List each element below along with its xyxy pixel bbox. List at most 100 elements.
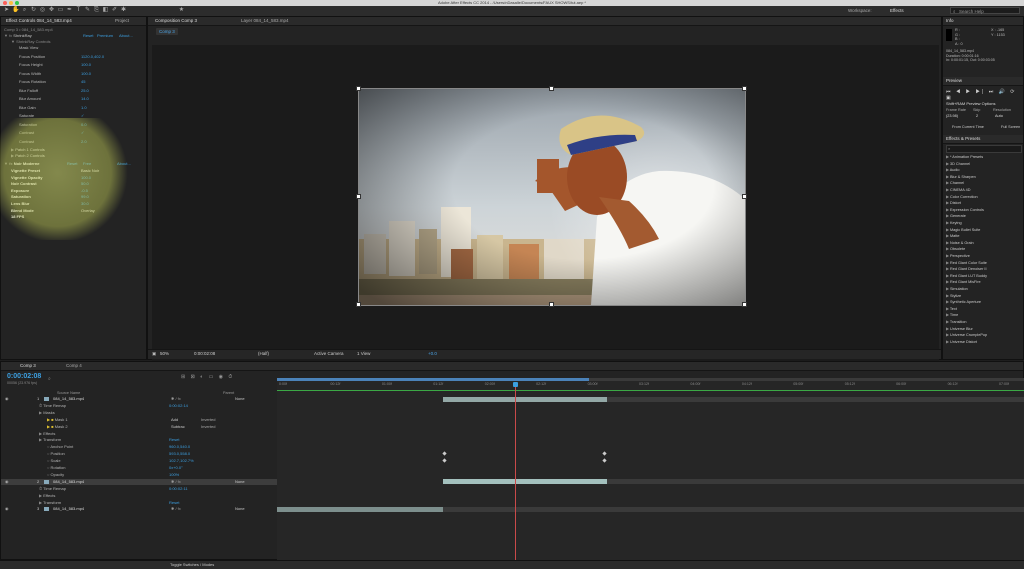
keyframe-marker[interactable] bbox=[442, 451, 447, 456]
timeline-property-row[interactable]: ○ Position 593.0,558.0 bbox=[1, 451, 277, 457]
zoom-tool-icon[interactable]: ⌕ bbox=[21, 7, 28, 14]
resolution-select[interactable]: (Half) bbox=[258, 351, 269, 356]
shrinkray-param-value[interactable]: ✓ bbox=[81, 113, 84, 119]
close-window-icon[interactable] bbox=[3, 1, 7, 5]
property-value[interactable]: 0:00:02:11 bbox=[169, 486, 188, 492]
effects-category[interactable]: ▶ Color Correction bbox=[946, 194, 978, 199]
timeline-layer-row[interactable]: ◉ 3 None ✱ / fx 084_14_583.mp4 bbox=[1, 506, 277, 512]
timeline-property-row[interactable]: ○ Opacity 100% bbox=[1, 472, 277, 478]
effects-category[interactable]: ▶ CINEMA 4D bbox=[946, 187, 970, 192]
layer-switches-icons[interactable]: ✱ / fx bbox=[171, 479, 181, 485]
effects-category[interactable]: ▶ Red Giant LUT Buddy bbox=[946, 273, 987, 278]
layer-switches-icons[interactable]: ✱ / fx bbox=[171, 506, 181, 512]
timeline-property-row[interactable]: ⏱ Time Remap 0:00:02:11 bbox=[1, 486, 277, 492]
mask-mode-select[interactable]: Subtrac bbox=[171, 424, 185, 430]
noir-param-value[interactable]: 50.0 bbox=[81, 181, 89, 187]
effects-category[interactable]: ▶ Simulation bbox=[946, 286, 968, 291]
selection-tool-icon[interactable]: ➤ bbox=[3, 7, 10, 14]
camera-tool-icon[interactable]: ◎ bbox=[39, 7, 46, 14]
transform-handle[interactable] bbox=[742, 302, 747, 307]
roto-brush-tool-icon[interactable]: ✐ bbox=[111, 7, 118, 14]
layer-duration-bar[interactable] bbox=[443, 396, 607, 402]
effects-category[interactable]: ▶ Generate bbox=[946, 213, 966, 218]
effects-category[interactable]: ▶ Blur & Sharpen bbox=[946, 174, 976, 179]
effects-category[interactable]: ▶ * Animation Presets bbox=[946, 154, 983, 159]
shrinkray-reset-link[interactable]: Reset bbox=[83, 33, 93, 39]
mask-mode-select[interactable]: Add bbox=[171, 417, 178, 423]
view-layout-select[interactable]: 1 View bbox=[357, 351, 370, 356]
shrinkray-param-value[interactable]: 1120.0,402.0 bbox=[81, 54, 104, 60]
visibility-eye-icon[interactable]: ◉ bbox=[5, 479, 9, 485]
keyframe-marker[interactable] bbox=[602, 451, 607, 456]
shrinkray-param-value[interactable]: 100.0 bbox=[81, 71, 91, 77]
zoom-select[interactable]: 50% bbox=[160, 351, 169, 356]
footage-frame[interactable] bbox=[358, 88, 746, 306]
transform-handle[interactable] bbox=[742, 86, 747, 91]
tab-comp4[interactable]: Comp 4 bbox=[63, 362, 85, 370]
brush-tool-icon[interactable]: ✎ bbox=[84, 7, 91, 14]
shrinkray-param-value[interactable]: 2.0 bbox=[81, 139, 87, 145]
timeline-property-row[interactable]: ▶ ■ Mask 1 Add Inverted bbox=[1, 417, 277, 423]
parent-select[interactable]: None bbox=[235, 479, 245, 485]
shrinkray-param-value[interactable]: 25.0 bbox=[81, 88, 89, 94]
exposure-value[interactable]: +0.0 bbox=[428, 351, 437, 356]
tab-composition-comp3[interactable]: Composition Comp 3 bbox=[152, 17, 200, 25]
rectangle-tool-icon[interactable]: ▭ bbox=[57, 7, 64, 14]
timeline-property-row[interactable]: ○ Scale 102.7,102.7% bbox=[1, 458, 277, 464]
effects-category[interactable]: ▶ Universe CrumplePop bbox=[946, 332, 987, 337]
layer-switches-icons[interactable]: ✱ / fx bbox=[171, 396, 181, 402]
timeline-layer-row[interactable]: ◉ 1 None ✱ / fx 084_14_583.mp4 bbox=[1, 396, 277, 402]
property-value[interactable]: Reset bbox=[169, 437, 179, 443]
visibility-eye-icon[interactable]: ◉ bbox=[5, 506, 9, 512]
transform-handle[interactable] bbox=[356, 302, 361, 307]
pen-tool-icon[interactable]: ✒ bbox=[66, 7, 73, 14]
effects-category[interactable]: ▶ Distort bbox=[946, 200, 961, 205]
puppet-tool-icon[interactable]: ✱ bbox=[120, 7, 127, 14]
noir-param-value[interactable]: 99.0 bbox=[81, 194, 89, 200]
effects-category[interactable]: ▶ Magic Bullet Suite bbox=[946, 227, 980, 232]
transform-handle[interactable] bbox=[742, 194, 747, 199]
timeline-switches-icons[interactable]: ⊞ ⊠ ◐ ▭ ◉ ⏱ bbox=[181, 374, 234, 380]
keyframe-marker[interactable] bbox=[442, 458, 447, 463]
effects-category[interactable]: ▶ Keying bbox=[946, 220, 962, 225]
property-value[interactable]: Inverted bbox=[201, 417, 215, 423]
info-panel-header[interactable]: Info bbox=[943, 17, 1023, 26]
timeline-property-row[interactable]: ○ Rotation 0x+0.0° bbox=[1, 465, 277, 471]
parent-select[interactable]: None bbox=[235, 396, 245, 402]
minimize-window-icon[interactable] bbox=[9, 1, 13, 5]
layer-duration-bar[interactable] bbox=[277, 506, 443, 512]
full-screen-button[interactable]: Full Screen bbox=[1001, 125, 1020, 129]
time-ruler[interactable]: 0:00f 00:12f 01:00f 01:12f 02:00f 02:12f 03:00… bbox=[277, 381, 1024, 389]
visibility-eye-icon[interactable]: ◉ bbox=[5, 396, 9, 402]
effects-presets-header[interactable]: Effects & Presets bbox=[943, 135, 1023, 144]
effects-category[interactable]: ▶ 3D Channel bbox=[946, 161, 970, 166]
magnification-icon[interactable]: ▣ bbox=[152, 351, 156, 357]
shrinkray-premium-link[interactable]: Premium bbox=[97, 33, 113, 39]
shrinkray-about-link[interactable]: About... bbox=[119, 33, 133, 39]
keyframe-marker[interactable] bbox=[602, 458, 607, 463]
effects-category[interactable]: ▶ Red Giant Color Suite bbox=[946, 260, 987, 265]
transform-handle[interactable] bbox=[356, 194, 361, 199]
noir-param-value[interactable]: 30.0 bbox=[81, 201, 89, 207]
effects-category[interactable]: ▶ Red Giant MisFire bbox=[946, 279, 981, 284]
preview-panel-header[interactable]: Preview bbox=[943, 77, 1023, 86]
zoom-window-icon[interactable] bbox=[15, 1, 19, 5]
noir-reset-link[interactable]: Reset bbox=[67, 161, 77, 167]
timeline-property-row[interactable]: ○ Anchor Point 960.0,540.0 bbox=[1, 444, 277, 450]
effects-category[interactable]: ▶ Perspective bbox=[946, 253, 970, 258]
comp-subtab[interactable]: Comp 3 bbox=[156, 28, 178, 35]
tab-effect-controls[interactable]: Effect Controls 084_14_583.mp4 bbox=[3, 17, 75, 25]
tab-layer-footage[interactable]: Layer 084_14_583.mp4 bbox=[238, 17, 292, 25]
hand-tool-icon[interactable]: ✋ bbox=[12, 7, 19, 14]
transform-handle[interactable] bbox=[549, 302, 554, 307]
tab-comp3[interactable]: Comp 3 bbox=[17, 362, 39, 370]
layer-color-swatch[interactable] bbox=[44, 479, 49, 484]
workspace-select[interactable]: Effects bbox=[890, 8, 904, 13]
search-help-input[interactable]: ⌕ Search Help bbox=[950, 7, 1020, 14]
current-time[interactable]: 0:00:02:08 bbox=[194, 351, 215, 356]
shrinkray-param-value[interactable]: 100.0 bbox=[81, 62, 91, 68]
ram-preview-options[interactable]: Shift+RAM Preview Options bbox=[946, 101, 995, 106]
eraser-tool-icon[interactable]: ◧ bbox=[102, 7, 109, 14]
effects-category[interactable]: ▶ Expression Controls bbox=[946, 207, 984, 212]
parent-select[interactable]: None bbox=[235, 506, 245, 512]
